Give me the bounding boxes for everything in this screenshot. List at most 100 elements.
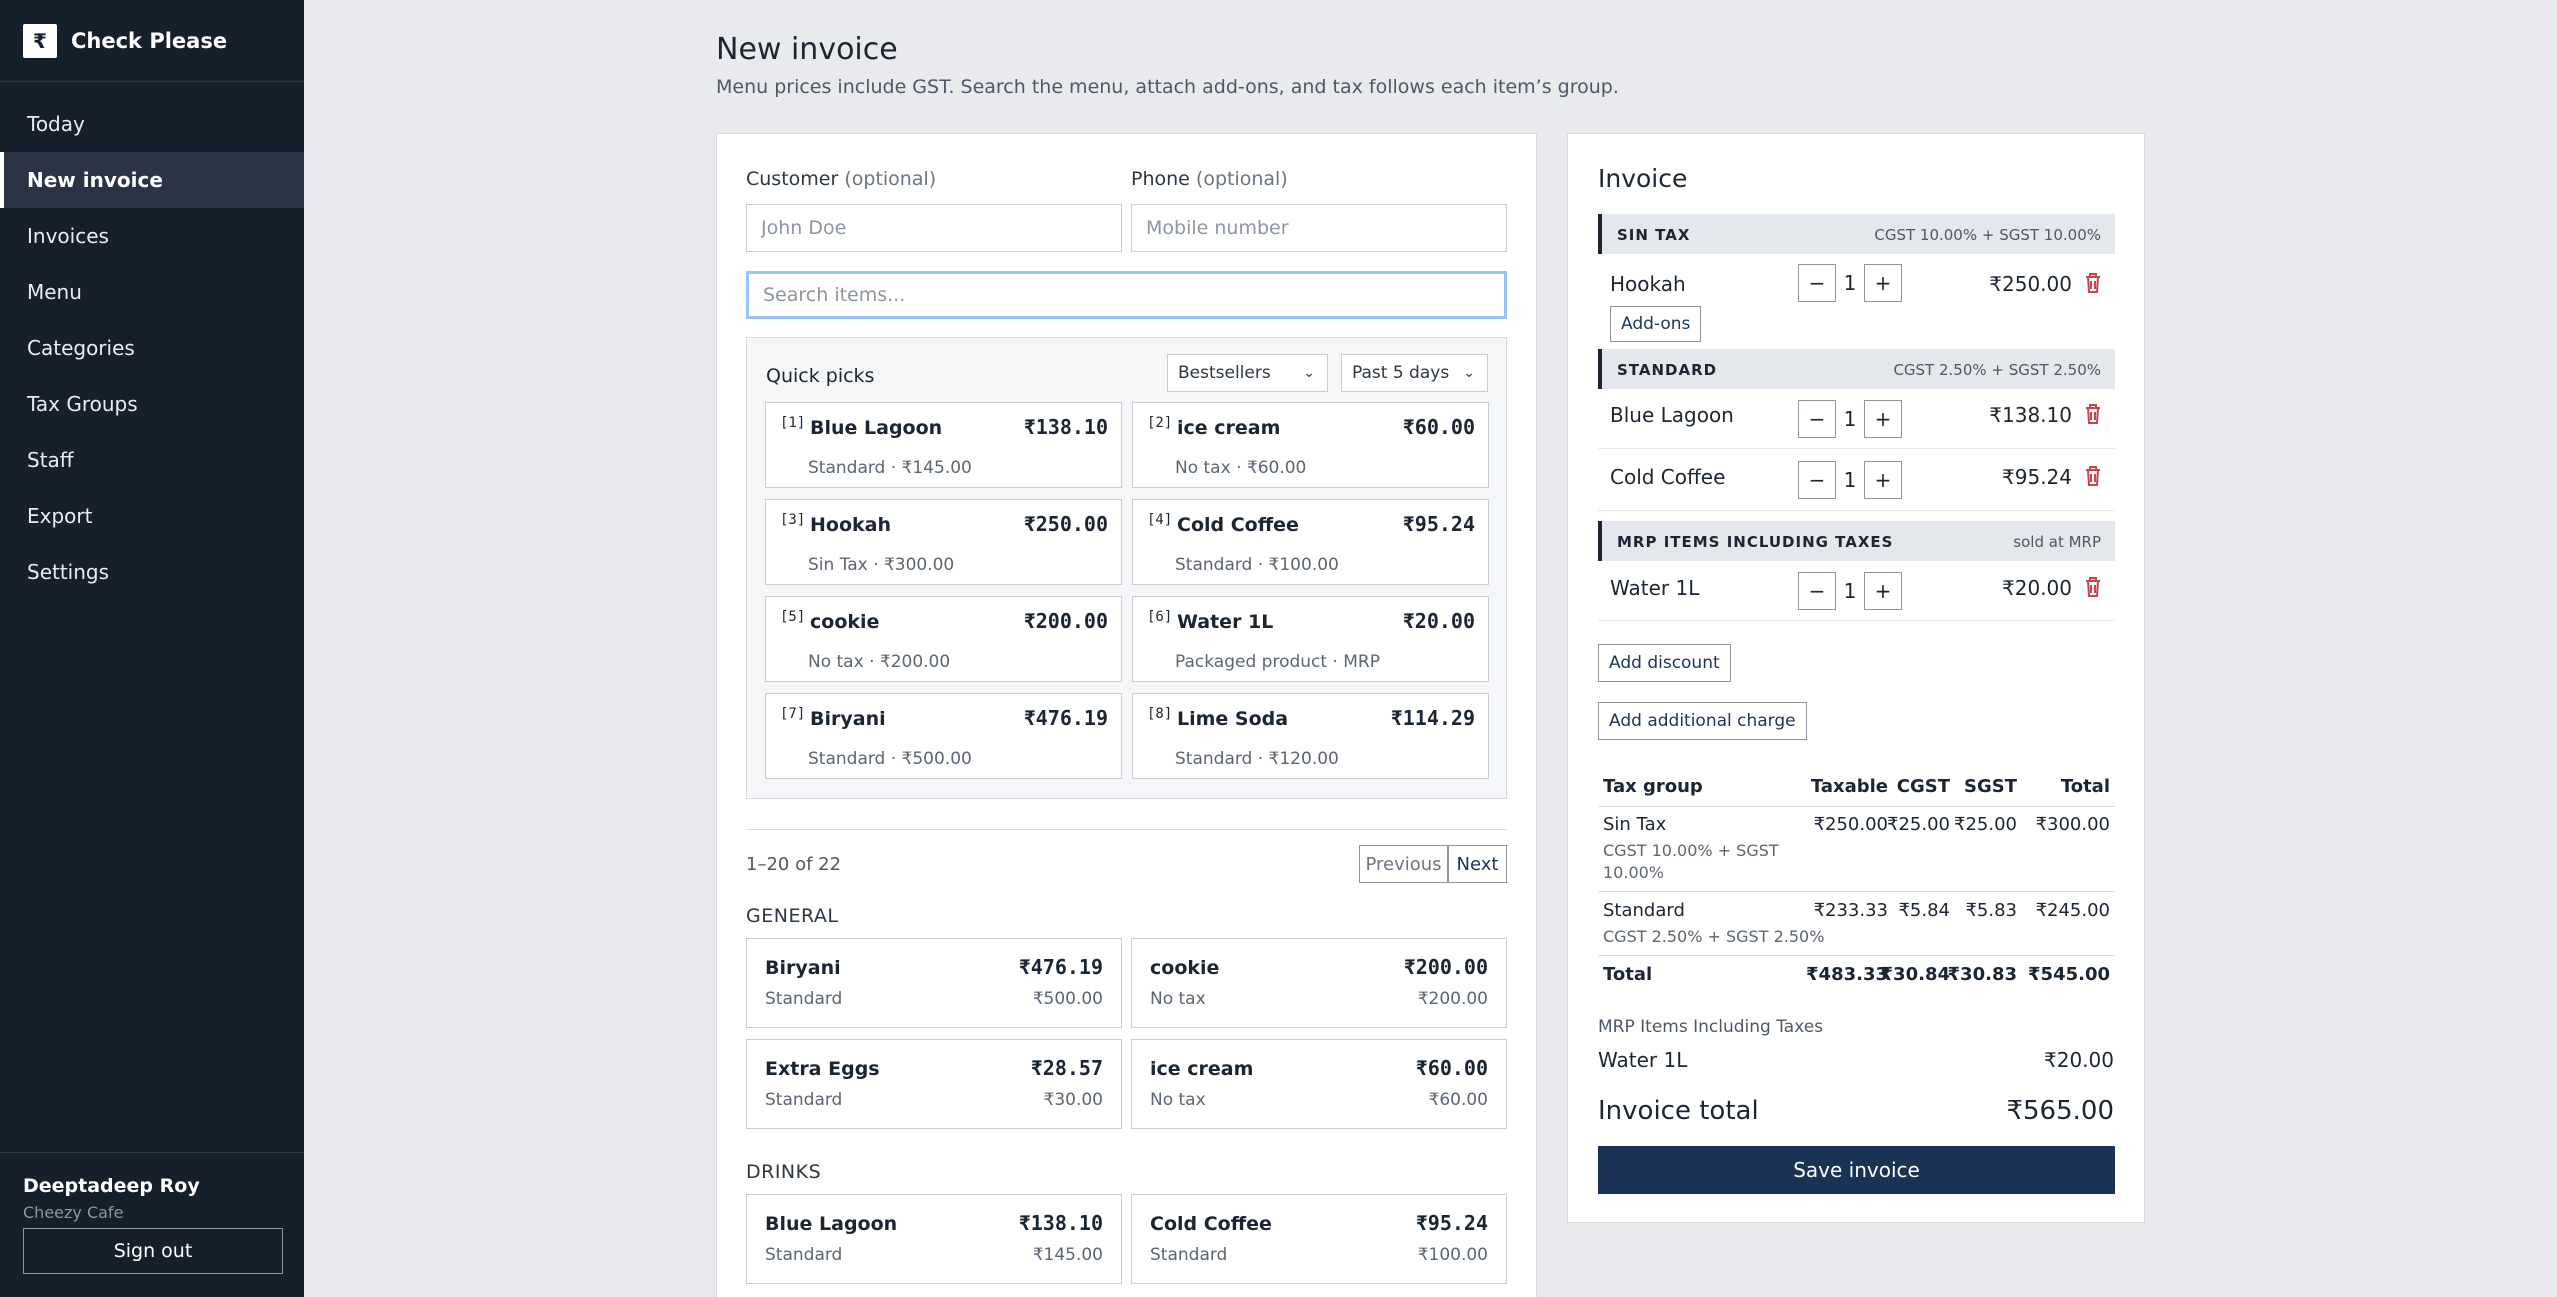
invoice-total-label: Invoice total (1598, 1096, 1759, 1126)
customer-input[interactable] (746, 204, 1122, 252)
nav-item-menu[interactable]: Menu (0, 264, 304, 320)
item-price: ₹60.00 (1402, 415, 1475, 439)
quick-pick-card[interactable]: [6] Water 1L ₹20.00 Packaged product · MRP (1132, 596, 1489, 682)
increase-button[interactable]: + (1864, 572, 1902, 610)
nav-item-invoices[interactable]: Invoices (0, 208, 304, 264)
nav-item-staff[interactable]: Staff (0, 432, 304, 488)
bestsellers-select[interactable]: Bestsellers ⌄ (1167, 354, 1328, 392)
item-meta: Sin Tax · ₹300.00 (808, 555, 955, 575)
chevron-down-icon: ⌄ (1463, 365, 1475, 381)
item-name: Cold Coffee (1177, 514, 1299, 536)
item-price: ₹20.00 (1402, 609, 1475, 633)
invoice-line-hookah: Hookah − 1 + ₹250.00 Add-ons (1598, 254, 2115, 354)
group-header-sin-tax: SIN TAX CGST 10.00% + SGST 10.00% (1598, 214, 2115, 254)
item-tax-group: Standard (765, 1245, 843, 1265)
menu-item-card[interactable]: Extra Eggs ₹28.57 Standard ₹30.00 (746, 1039, 1122, 1129)
quick-pick-card[interactable]: [5] cookie ₹200.00 No tax · ₹200.00 (765, 596, 1122, 682)
sign-out-button[interactable]: Sign out (23, 1228, 283, 1274)
search-input[interactable] (746, 271, 1507, 319)
phone-label: Phone (optional) (1131, 168, 1288, 190)
pager-text: 1–20 of 22 (746, 854, 842, 875)
previous-button[interactable]: Previous (1359, 845, 1448, 883)
nav-item-settings[interactable]: Settings (0, 544, 304, 600)
item-price: ₹200.00 (1403, 955, 1488, 979)
mrp-item-name: Water 1L (1598, 1048, 1688, 1072)
nav-item-export[interactable]: Export (0, 488, 304, 544)
user-name: Deeptadeep Roy (23, 1175, 200, 1197)
add-discount-button[interactable]: Add discount (1598, 644, 1731, 682)
item-meta: Standard · ₹100.00 (1175, 555, 1339, 575)
quantity-stepper: − 1 + (1798, 461, 1902, 499)
item-mrp: ₹100.00 (1417, 1245, 1488, 1265)
menu-panel: Customer (optional) Phone (optional) Qui… (716, 133, 1537, 1297)
quantity-stepper: − 1 + (1798, 264, 1902, 302)
nav-item-categories[interactable]: Categories (0, 320, 304, 376)
brand-name: Check Please (71, 28, 228, 53)
shortcut-key: [3] (780, 512, 806, 528)
item-meta: Standard · ₹120.00 (1175, 749, 1339, 769)
next-button[interactable]: Next (1448, 845, 1507, 883)
customer-label: Customer (optional) (746, 168, 937, 190)
invoice-line-blue-lagoon: Blue Lagoon − 1 + ₹138.10 (1598, 389, 2115, 449)
item-price: ₹476.19 (1018, 955, 1103, 979)
item-price: ₹200.00 (1023, 609, 1108, 633)
nav-item-new-invoice[interactable]: New invoice (0, 152, 304, 208)
shortcut-key: [8] (1147, 706, 1173, 722)
quick-pick-card[interactable]: [8] Lime Soda ₹114.29 Standard · ₹120.00 (1132, 693, 1489, 779)
mrp-section-title: MRP Items Including Taxes (1598, 1017, 1824, 1037)
invoice-panel: Invoice SIN TAX CGST 10.00% + SGST 10.00… (1567, 133, 2145, 1223)
user-block: Deeptadeep Roy Cheezy Cafe Sign out (0, 1152, 304, 1297)
quick-pick-card[interactable]: [4] Cold Coffee ₹95.24 Standard · ₹100.00 (1132, 499, 1489, 585)
nav-item-tax-groups[interactable]: Tax Groups (0, 376, 304, 432)
item-meta: Standard · ₹500.00 (808, 749, 972, 769)
phone-input[interactable] (1131, 204, 1507, 252)
item-price: ₹114.29 (1390, 706, 1475, 730)
menu-item-card[interactable]: cookie ₹200.00 No tax ₹200.00 (1131, 938, 1507, 1028)
trash-icon[interactable] (2083, 403, 2103, 425)
quick-pick-card[interactable]: [1] Blue Lagoon ₹138.10 Standard · ₹145.00 (765, 402, 1122, 488)
item-tax-group: Standard (765, 1090, 843, 1110)
item-mrp: ₹145.00 (1032, 1245, 1103, 1265)
increase-button[interactable]: + (1864, 461, 1902, 499)
menu-item-card[interactable]: Blue Lagoon ₹138.10 Standard ₹145.00 (746, 1194, 1122, 1284)
menu-item-card[interactable]: ice cream ₹60.00 No tax ₹60.00 (1131, 1039, 1507, 1129)
add-ons-button[interactable]: Add-ons (1610, 306, 1702, 342)
item-price: ₹60.00 (1415, 1056, 1488, 1080)
trash-icon[interactable] (2083, 576, 2103, 598)
item-tax-group: No tax (1150, 1090, 1206, 1110)
quick-pick-card[interactable]: [3] Hookah ₹250.00 Sin Tax · ₹300.00 (765, 499, 1122, 585)
item-tax-group: No tax (1150, 989, 1206, 1009)
quantity-stepper: − 1 + (1798, 572, 1902, 610)
item-price: ₹28.57 (1030, 1056, 1103, 1080)
trash-icon[interactable] (2083, 272, 2103, 294)
quick-pick-card[interactable]: [2] ice cream ₹60.00 No tax · ₹60.00 (1132, 402, 1489, 488)
invoice-line-water: Water 1L − 1 + ₹20.00 (1598, 561, 2115, 621)
section-general: GENERAL (746, 905, 839, 927)
menu-item-card[interactable]: Cold Coffee ₹95.24 Standard ₹100.00 (1131, 1194, 1507, 1284)
decrease-button[interactable]: − (1798, 264, 1836, 302)
quick-picks-title: Quick picks (766, 365, 875, 387)
decrease-button[interactable]: − (1798, 461, 1836, 499)
increase-button[interactable]: + (1864, 264, 1902, 302)
shortcut-key: [1] (780, 415, 806, 431)
item-name: Water 1L (1177, 611, 1274, 633)
quick-pick-card[interactable]: [7] Biryani ₹476.19 Standard · ₹500.00 (765, 693, 1122, 779)
decrease-button[interactable]: − (1798, 400, 1836, 438)
decrease-button[interactable]: − (1798, 572, 1836, 610)
add-charge-button[interactable]: Add additional charge (1598, 702, 1807, 740)
brand[interactable]: ₹ Check Please (0, 0, 304, 82)
item-name: Lime Soda (1177, 708, 1289, 730)
item-price: ₹250.00 (1023, 512, 1108, 536)
item-name: Blue Lagoon (765, 1213, 898, 1235)
item-meta: Standard · ₹145.00 (808, 458, 972, 478)
item-meta: No tax · ₹200.00 (808, 652, 951, 672)
item-name: ice cream (1177, 417, 1281, 439)
nav-item-today[interactable]: Today (0, 96, 304, 152)
increase-button[interactable]: + (1864, 400, 1902, 438)
trash-icon[interactable] (2083, 465, 2103, 487)
item-name: Blue Lagoon (810, 417, 943, 439)
quantity-value: 1 (1843, 468, 1857, 492)
menu-item-card[interactable]: Biryani ₹476.19 Standard ₹500.00 (746, 938, 1122, 1028)
range-select[interactable]: Past 5 days ⌄ (1341, 354, 1488, 392)
save-invoice-button[interactable]: Save invoice (1598, 1146, 2115, 1194)
